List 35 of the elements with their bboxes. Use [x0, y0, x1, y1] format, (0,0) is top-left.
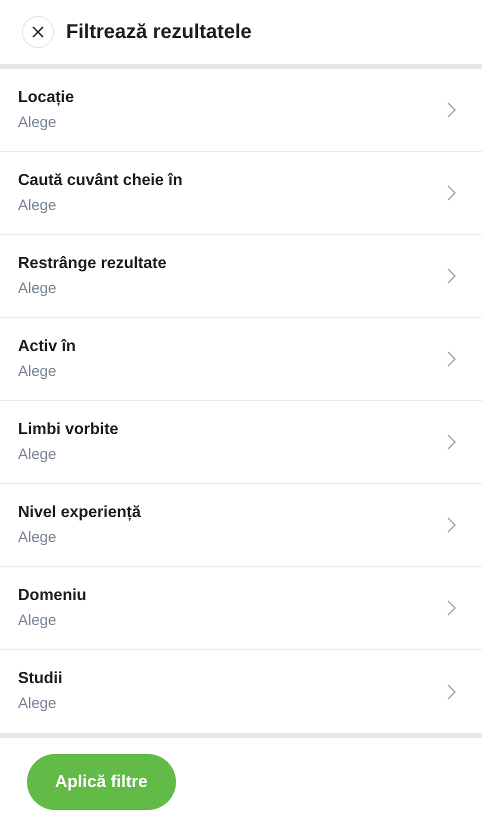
- filter-label: Nivel experiență: [18, 502, 141, 523]
- filter-value: Alege: [18, 196, 58, 216]
- filter-row[interactable]: Domeniu Alege: [0, 567, 482, 650]
- filter-label: Studii: [18, 669, 62, 690]
- filter-row[interactable]: Caută cuvânt cheie în Alege: [0, 152, 482, 235]
- filter-label: Domeniu: [18, 586, 86, 606]
- chevron-right-icon: [447, 600, 456, 616]
- filter-row[interactable]: Restrânge rezultate Alege: [0, 235, 482, 318]
- filter-value: Alege: [18, 694, 58, 714]
- filter-value: Alege: [18, 444, 58, 465]
- filter-value: Alege: [18, 610, 58, 631]
- filter-label: Limbi vorbite: [18, 420, 118, 440]
- filter-label: Activ în: [18, 336, 76, 357]
- chevron-right-icon: [447, 517, 456, 533]
- filter-value: Alege: [18, 528, 58, 548]
- chevron-right-icon: [447, 684, 456, 700]
- chevron-right-icon: [447, 351, 456, 367]
- chevron-right-icon: [447, 102, 456, 118]
- filter-value: Alege: [18, 362, 58, 382]
- close-icon: [32, 26, 44, 38]
- filter-label: Restrânge rezultate: [18, 254, 166, 274]
- chevron-right-icon: [447, 268, 456, 284]
- chevron-right-icon: [447, 434, 456, 450]
- filter-value: Alege: [18, 278, 58, 299]
- filter-row[interactable]: Studii Alege: [0, 650, 482, 733]
- filter-row[interactable]: Locație Alege: [0, 69, 482, 152]
- window-title: Filtrează rezultatele: [66, 20, 252, 45]
- filter-label: Locație: [18, 88, 74, 108]
- close-button[interactable]: [22, 16, 54, 48]
- filter-row[interactable]: Nivel experiență Alege: [0, 484, 482, 567]
- filter-label: Caută cuvânt cheie în: [18, 170, 182, 191]
- chevron-right-icon: [447, 185, 456, 201]
- filter-row[interactable]: Activ în Alege: [0, 318, 482, 401]
- filter-value: Alege: [18, 112, 58, 133]
- filter-row[interactable]: Limbi vorbite Alege: [0, 401, 482, 484]
